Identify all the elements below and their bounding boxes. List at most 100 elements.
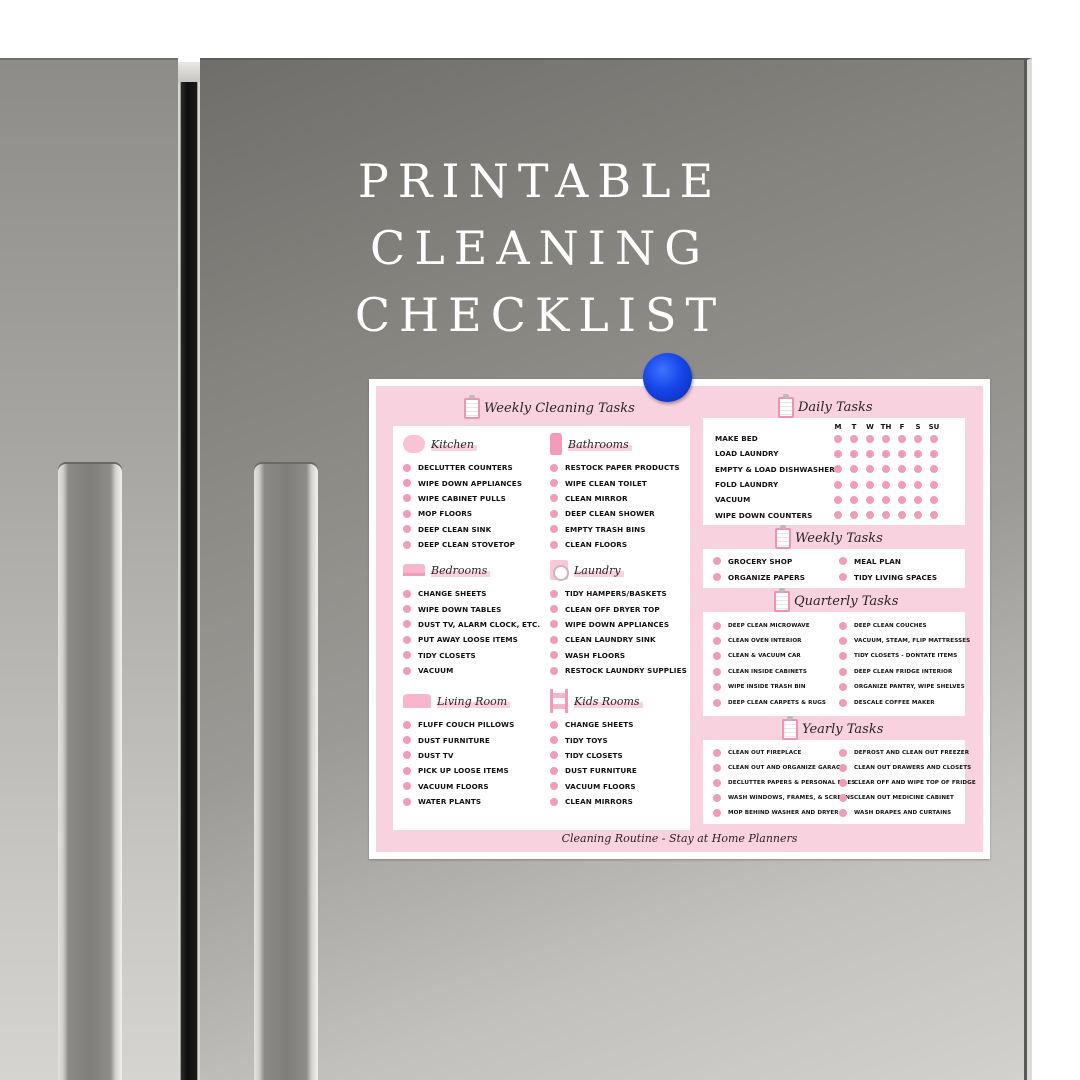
checkbox-dot[interactable] [550,736,558,745]
checkbox-dot-su[interactable] [930,495,938,504]
checkbox-dot[interactable] [403,720,411,729]
checkbox-dot-s[interactable] [914,449,922,458]
checkbox-dot[interactable] [839,557,847,565]
checklist-item[interactable]: CLEAN & VACUUM CAR [713,649,839,664]
checkbox-dot-su[interactable] [930,434,938,443]
checkbox-dot[interactable] [713,763,721,772]
checkbox-dot[interactable] [839,621,847,630]
checkbox-dot[interactable] [403,782,411,791]
checkbox-dot[interactable] [713,809,721,818]
checkbox-dot-s[interactable] [914,465,922,474]
checkbox-dot-th[interactable] [882,511,890,520]
checkbox-dot[interactable] [550,797,558,806]
checkbox-dot-m[interactable] [834,465,842,474]
checkbox-dot[interactable] [550,589,558,598]
checklist-item[interactable]: DEEP CLEAN COUCHES [839,618,965,633]
checklist-item[interactable]: PUT AWAY LOOSE ITEMS [403,632,548,647]
checkbox-dot-f[interactable] [898,495,906,504]
checklist-item[interactable]: ORGANIZE PAPERS [713,569,839,585]
checkbox-dot[interactable] [550,751,558,760]
checkbox-dot-t[interactable] [850,465,858,474]
checkbox-dot-su[interactable] [930,465,938,474]
checklist-item[interactable]: DEEP CLEAN STOVETOP [403,537,548,552]
checkbox-dot[interactable] [403,766,411,775]
checklist-item[interactable]: VACUUM [403,663,548,678]
checklist-item[interactable]: DEEP CLEAN SHOWER [550,506,695,521]
checkbox-dot[interactable] [839,573,847,581]
checkbox-dot[interactable] [550,766,558,775]
checkbox-dot[interactable] [713,748,721,757]
checkbox-dot[interactable] [713,621,721,630]
checklist-item[interactable]: MOP FLOORS [403,506,548,521]
checkbox-dot[interactable] [403,494,411,503]
checkbox-dot[interactable] [403,605,411,614]
checkbox-dot-th[interactable] [882,495,890,504]
checklist-item[interactable]: CLEAN MIRRORS [550,794,695,809]
checkbox-dot-t[interactable] [850,495,858,504]
checkbox-dot-s[interactable] [914,495,922,504]
checklist-item[interactable]: CLEAN OUT AND ORGANIZE GARAGE [713,760,844,775]
checklist-item[interactable]: DEEP CLEAN MICROWAVE [713,618,839,633]
checklist-item[interactable]: ORGANIZE PANTRY, WIPE SHELVES [839,680,965,695]
checklist-item[interactable]: PICK UP LOOSE ITEMS [403,763,548,778]
checkbox-dot[interactable] [550,479,558,488]
checkbox-dot-w[interactable] [866,434,874,443]
checkbox-dot[interactable] [839,683,847,692]
checkbox-dot-m[interactable] [834,511,842,520]
checkbox-dot-su[interactable] [930,480,938,489]
checkbox-dot-t[interactable] [850,449,858,458]
checkbox-dot-th[interactable] [882,449,890,458]
checklist-item[interactable]: DECLUTTER PAPERS & PERSONAL FILES [713,775,855,790]
checkbox-dot[interactable] [403,751,411,760]
checkbox-dot[interactable] [839,637,847,646]
checklist-item[interactable]: VACUUM, STEAM, FLIP MATTRESSES [839,633,970,648]
checklist-item[interactable]: DEEP CLEAN CARPETS & RUGS [713,695,839,710]
checkbox-dot-s[interactable] [914,434,922,443]
checklist-item[interactable]: CHANGE SHEETS [550,717,695,732]
checklist-item[interactable]: FLUFF COUCH PILLOWS [403,717,548,732]
checkbox-dot-m[interactable] [834,480,842,489]
checklist-item[interactable]: CLEAN FLOORS [550,537,695,552]
checklist-item[interactable]: TIDY CLOSETS - DONTATE ITEMS [839,649,965,664]
checklist-item[interactable]: CLEAN OUT FIREPLACE [713,745,839,760]
checkbox-dot[interactable] [839,763,847,772]
checkbox-dot[interactable] [403,635,411,644]
checklist-item[interactable]: CLEAN OUT DRAWERS AND CLOSETS [839,760,971,775]
checkbox-dot-f[interactable] [898,434,906,443]
checklist-item[interactable]: DUST TV [403,748,548,763]
checklist-item[interactable]: CLEAN LAUNDRY SINK [550,632,695,647]
checklist-item[interactable]: DESCALE COFFEE MAKER [839,695,965,710]
checklist-item[interactable]: WIPE CABINET PULLS [403,491,548,506]
checkbox-dot-t[interactable] [850,480,858,489]
checkbox-dot[interactable] [713,557,721,565]
checklist-item[interactable]: WIPE DOWN APPLIANCES [550,617,695,632]
checkbox-dot[interactable] [403,620,411,629]
checkbox-dot-f[interactable] [898,465,906,474]
checkbox-dot-t[interactable] [850,511,858,520]
checkbox-dot[interactable] [550,605,558,614]
checkbox-dot[interactable] [550,525,558,534]
checkbox-dot[interactable] [713,573,721,581]
checkbox-dot-s[interactable] [914,511,922,520]
checklist-item[interactable]: WIPE CLEAN TOILET [550,475,695,490]
checkbox-dot-s[interactable] [914,480,922,489]
checklist-item[interactable]: EMPTY TRASH BINS [550,522,695,537]
checkbox-dot[interactable] [403,479,411,488]
checkbox-dot[interactable] [839,667,847,676]
checklist-item[interactable]: DEEP CLEAN SINK [403,522,548,537]
checklist-item[interactable]: WASH DRAPES AND CURTAINS [839,806,965,821]
checklist-item[interactable]: MOP BEHIND WASHER AND DRYER [713,806,839,821]
checkbox-dot[interactable] [403,525,411,534]
checkbox-dot[interactable] [713,698,721,707]
checkbox-dot-su[interactable] [930,511,938,520]
checkbox-dot[interactable] [713,794,721,803]
checkbox-dot[interactable] [403,651,411,660]
checkbox-dot-w[interactable] [866,480,874,489]
checkbox-dot[interactable] [550,540,558,549]
checkbox-dot-f[interactable] [898,449,906,458]
checkbox-dot[interactable] [403,509,411,518]
checkbox-dot-m[interactable] [834,495,842,504]
checklist-item[interactable]: WASH WINDOWS, FRAMES, & SCREENS [713,791,854,806]
checkbox-dot[interactable] [713,652,721,661]
checkbox-dot-m[interactable] [834,434,842,443]
